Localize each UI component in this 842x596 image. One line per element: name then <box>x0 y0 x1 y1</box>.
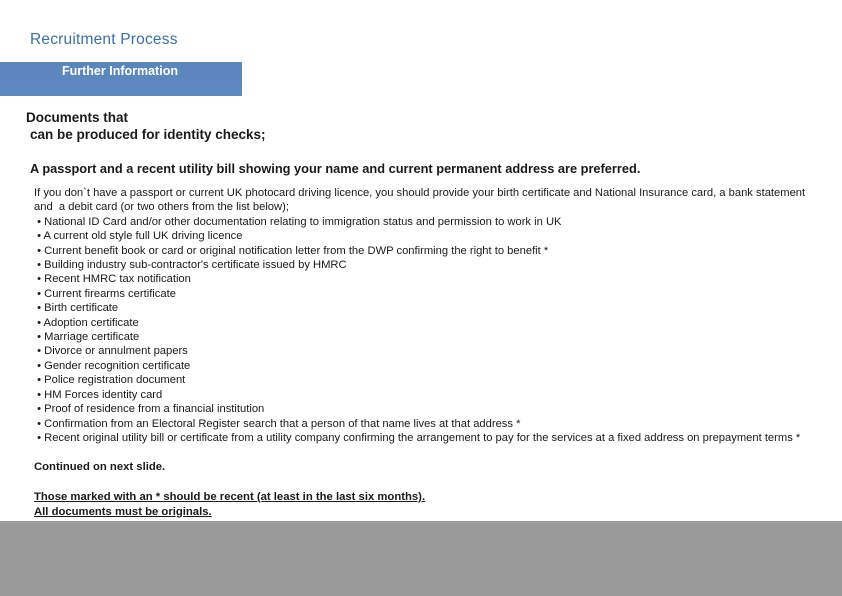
footnote-line: Those marked with an * should be recent … <box>34 491 426 503</box>
documents-heading-line-2: can be produced for identity checks; <box>30 127 266 142</box>
list-item: • Gender recognition certificate <box>34 359 191 372</box>
list-item: • Current benefit book or card or origin… <box>34 244 549 257</box>
bottom-band <box>0 521 842 596</box>
list-item: • Recent HMRC tax notification <box>34 273 191 286</box>
list-item: If you don`t have a passport or current … <box>34 187 806 199</box>
page-title: Recruitment Process <box>30 31 178 48</box>
list-item: • Police registration document <box>34 374 186 387</box>
list-item: • Divorce or annulment papers <box>34 345 188 358</box>
list-item: • Marriage certificate <box>34 331 140 344</box>
list-item: • A current old style full UK driving li… <box>34 230 243 243</box>
documents-heading-line-1: Documents that <box>26 110 129 125</box>
footnote-line: All documents must be originals. <box>34 505 212 518</box>
list-item: • Recent original utility bill or certif… <box>34 431 801 444</box>
footnote-block: Those marked with an * should be recent … <box>34 490 734 519</box>
preferred-documents-text: A passport and a recent utility bill sho… <box>30 161 641 176</box>
list-item: • Building industry sub-contractor's cer… <box>34 259 347 272</box>
continued-note: Continued on next slide. <box>34 461 166 473</box>
list-item: • Confirmation from an Electoral Registe… <box>34 417 521 430</box>
section-banner-label: Further Information <box>62 64 178 78</box>
list-item: • Adoption certificate <box>34 316 139 329</box>
list-item: • Current firearms certificate <box>34 287 176 300</box>
documents-list: If you don`t have a passport or current … <box>34 186 824 445</box>
list-item: • National ID Card and/or other document… <box>34 215 562 228</box>
list-item: and a debit card (or two others from the… <box>34 201 289 214</box>
list-item: • Proof of residence from a financial in… <box>34 403 265 416</box>
slide-canvas: Recruitment Process Further Information … <box>0 0 842 596</box>
list-item: • Birth certificate <box>34 302 119 315</box>
list-item: • HM Forces identity card <box>34 388 163 401</box>
